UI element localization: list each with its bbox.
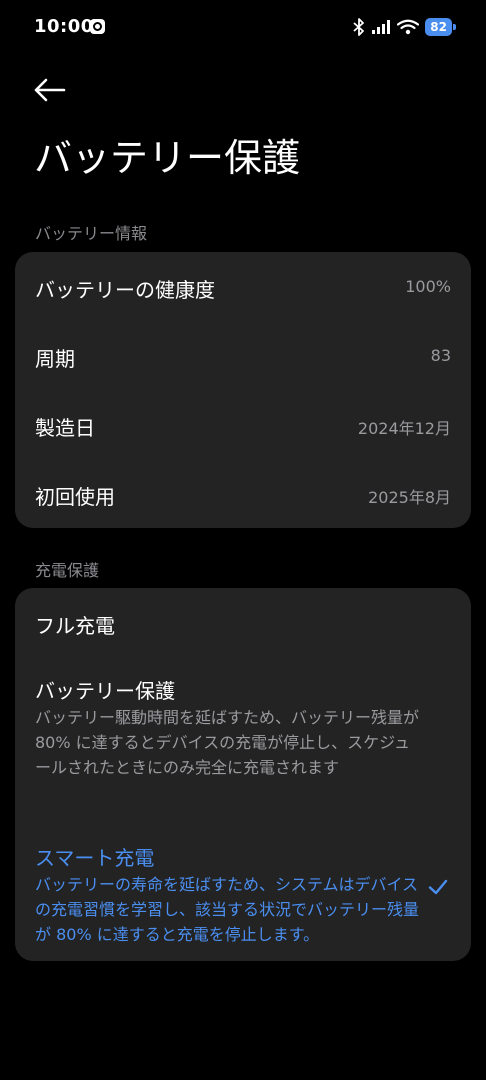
option-title: バッテリー保護 [35,679,175,703]
status-time: 10:00 [34,16,94,37]
charge-protection-card: フル充電 バッテリー保護 バッテリー駆動時間を延ばすため、バッテリー残量が 80… [15,588,471,961]
option-battery-protection[interactable]: バッテリー保護 バッテリー駆動時間を延ばすため、バッテリー残量が 80% に達す… [15,660,471,806]
back-arrow-icon [34,78,66,102]
first-use-row[interactable]: 初回使用 2025年8月 [15,459,471,528]
status-icons: 82 [353,16,456,38]
option-description: バッテリー駆動時間を延ばすため、バッテリー残量が 80% に達するとデバイスの充… [35,708,420,777]
row-value: 2024年12月 [357,419,451,438]
section-label-battery-info: バッテリー情報 [35,224,148,243]
manufacture-date-row[interactable]: 製造日 2024年12月 [15,390,471,459]
battery-health-row[interactable]: バッテリーの健康度 100% [15,252,471,321]
page-title: バッテリー保護 [34,136,301,180]
checkmark-icon [428,879,448,895]
row-value: 83 [430,346,451,365]
cycle-count-row[interactable]: 周期 83 [15,321,471,390]
option-full-charge[interactable]: フル充電 [15,588,471,656]
row-label: 製造日 [35,416,95,440]
option-description: バッテリーの寿命を延ばすため、システムはデバイスの充電習慣を学習し、該当する状況… [35,875,420,944]
signal-icon [372,20,391,34]
wifi-icon [397,19,420,35]
status-bar: 10:00 82 [0,0,486,56]
row-label: 周期 [35,347,75,371]
battery-info-card: バッテリーの健康度 100% 周期 83 製造日 2024年12月 初回使用 2… [15,252,471,528]
option-title: スマート充電 [35,846,155,870]
back-button[interactable] [28,70,72,110]
notification-icon [90,19,105,34]
option-smart-charging[interactable]: スマート充電 バッテリーの寿命を延ばすため、システムはデバイスの充電習慣を学習し… [15,824,471,954]
option-title: フル充電 [35,614,115,638]
row-value: 2025年8月 [368,488,451,507]
row-label: バッテリーの健康度 [35,278,215,302]
battery-indicator: 82 [425,18,456,36]
bluetooth-icon [353,18,365,36]
section-label-charge-protection: 充電保護 [35,561,100,580]
row-label: 初回使用 [35,485,115,509]
row-value: 100% [405,277,451,296]
